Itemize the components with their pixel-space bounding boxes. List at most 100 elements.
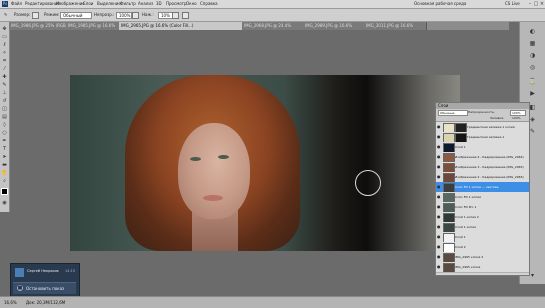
brush-preset-picker[interactable]	[32, 12, 39, 19]
layer-name: IMG_2965 копия 2	[455, 255, 484, 259]
close-icon[interactable]: ×	[539, 1, 545, 7]
stamp-tool-icon[interactable]: ⊥	[1, 90, 8, 96]
history-panel-icon[interactable]: ⌛	[528, 78, 537, 86]
brush-tool-icon[interactable]: ✎	[4, 12, 7, 17]
visibility-eye-icon[interactable]: ●	[437, 135, 441, 139]
layer-thumbnail	[443, 263, 455, 272]
pressure-size-toggle[interactable]	[182, 12, 189, 19]
eyedropper-tool-icon[interactable]: ⁄	[1, 66, 8, 72]
photo-lips	[203, 195, 223, 201]
layer-name: Color Fill 1 копия	[455, 195, 481, 199]
layer-name: Градиентная заливка 1 копия	[467, 125, 515, 129]
visibility-eye-icon[interactable]: ●	[437, 185, 441, 189]
dodge-tool-icon[interactable]: ○	[1, 130, 8, 136]
brush-tool-icon[interactable]: ✎	[1, 82, 8, 88]
opacity-label: Непрозр.:	[94, 12, 115, 17]
blend-mode-select[interactable]: Обычные	[438, 110, 468, 116]
tab-document-active[interactable]: IMG_2965.JPG @ 16.6% (Color Fill...)	[119, 22, 244, 30]
layers-options: Обычные Непрозрачность: 100% Заливка: 10…	[436, 109, 529, 122]
photoshop-logo-icon: Ps	[2, 1, 8, 7]
layer-name: Слой 1	[455, 145, 466, 149]
lasso-tool-icon[interactable]: ℓ	[1, 42, 8, 48]
menu-select[interactable]: Выделение	[97, 1, 121, 6]
path-select-tool-icon[interactable]: ➤	[1, 154, 8, 160]
layer-name: Слой 1 копия 2	[455, 215, 479, 219]
visibility-eye-icon[interactable]: ●	[437, 175, 441, 179]
layer-name: Color Fill Pro 1	[455, 205, 477, 209]
stop-sharing-button[interactable]: ■ Остановить показ	[13, 282, 76, 294]
visibility-eye-icon[interactable]: ●	[437, 265, 441, 269]
hand-tool-icon[interactable]: ✋	[1, 170, 8, 176]
visibility-eye-icon[interactable]: ●	[437, 155, 441, 159]
layer-fill-input[interactable]: 100%	[512, 116, 521, 120]
tab-document-4[interactable]: IMG_2968.JPG @ 24.4%	[242, 22, 305, 30]
status-bar: 16,6% Док: 20,3M/112,6M	[0, 296, 545, 308]
blur-tool-icon[interactable]: ◊	[1, 122, 8, 128]
stop-sharing-label: Остановить показ	[26, 286, 65, 291]
mode-select[interactable]: Обычный	[60, 12, 92, 19]
visibility-eye-icon[interactable]: ●	[437, 195, 441, 199]
stop-icon: ■	[17, 285, 23, 291]
menu-layers[interactable]: Слои	[83, 1, 93, 6]
cs-live-button[interactable]: CS Live	[505, 1, 520, 6]
visibility-eye-icon[interactable]: ●	[437, 255, 441, 259]
menu-edit[interactable]: Редактирование	[25, 1, 60, 6]
menu-image[interactable]: Изображение	[56, 1, 85, 6]
layer-row[interactable]: ● IMG_2965 копия	[436, 262, 529, 273]
history-brush-tool-icon[interactable]: ↺	[1, 98, 8, 104]
workspace-switcher[interactable]: Основная рабочая среда	[414, 1, 466, 6]
photo-face	[178, 123, 250, 219]
layer-name: Color Fill 1 копия — светлее	[455, 185, 499, 189]
menu-filter[interactable]: Фильтр	[120, 1, 136, 6]
visibility-eye-icon[interactable]: ●	[437, 215, 441, 219]
color-panel-icon[interactable]: ◐	[528, 28, 537, 36]
tab-document-5[interactable]: IMG_2989.JPG @ 16.6%	[303, 22, 366, 30]
shape-tool-icon[interactable]: ▬	[1, 162, 8, 168]
visibility-eye-icon[interactable]: ●	[437, 205, 441, 209]
marquee-tool-icon[interactable]: ▭	[1, 34, 8, 40]
actions-panel-icon[interactable]: ▶	[528, 90, 537, 98]
foreground-color-swatch[interactable]	[1, 188, 8, 195]
visibility-eye-icon[interactable]: ●	[437, 145, 441, 149]
menu-analysis[interactable]: Анализ	[138, 1, 153, 6]
tab-document-2[interactable]: IMG_1985.JPG @ 16.6%	[66, 22, 121, 30]
notification-time: 14:15	[65, 269, 76, 273]
document-size-info: Док: 20,3M/112,6M	[26, 300, 66, 305]
quick-select-tool-icon[interactable]: ✧	[1, 50, 8, 56]
adjustments-panel-icon[interactable]: ◑	[528, 52, 537, 60]
menu-help[interactable]: Справка	[200, 1, 218, 6]
opacity-input[interactable]: 100%	[116, 12, 132, 19]
avatar	[15, 268, 24, 277]
type-tool-icon[interactable]: T	[1, 146, 8, 152]
quick-mask-icon[interactable]: ◉	[1, 200, 8, 206]
visibility-eye-icon[interactable]: ●	[437, 245, 441, 249]
pen-tool-icon[interactable]: ✒	[1, 138, 8, 144]
visibility-eye-icon[interactable]: ●	[437, 235, 441, 239]
tools-panel: ✥ ▭ ℓ ✧ ⌗ ⁄ ✚ ✎ ⊥ ↺ ◫ ▤ ◊ ○ ✒ T ➤ ▬ ✋ ⌕ …	[0, 22, 10, 212]
visibility-eye-icon[interactable]: ●	[437, 125, 441, 129]
move-tool-icon[interactable]: ✥	[1, 26, 8, 32]
zoom-tool-icon[interactable]: ⌕	[1, 178, 8, 184]
tab-document-1[interactable]: IMG_1986.JPG @ 25% (RGB/8)	[9, 22, 68, 30]
document-canvas[interactable]	[70, 75, 460, 251]
visibility-eye-icon[interactable]: ●	[437, 225, 441, 229]
menu-view[interactable]: Просмотр	[166, 1, 187, 6]
heal-tool-icon[interactable]: ✚	[1, 74, 8, 80]
eraser-tool-icon[interactable]: ◫	[1, 106, 8, 112]
layer-name: Градиентная заливка 1	[467, 135, 505, 139]
crop-tool-icon[interactable]: ⌗	[1, 58, 8, 64]
gradient-tool-icon[interactable]: ▤	[1, 114, 8, 120]
menu-3d[interactable]: 3D	[156, 1, 162, 6]
visibility-eye-icon[interactable]: ●	[437, 165, 441, 169]
zoom-level[interactable]: 16,6%	[4, 300, 17, 305]
layer-name: Изображение 3 - Кадрирование (IMG_2965)	[455, 165, 524, 169]
swatches-panel-icon[interactable]: ▦	[528, 40, 537, 48]
menu-file[interactable]: Файл	[11, 1, 22, 6]
menu-window[interactable]: Окно	[186, 1, 197, 6]
masks-panel-icon[interactable]: ◎	[528, 64, 537, 72]
tab-document-6[interactable]: IMG_3011.JPG @ 16.6%	[364, 22, 427, 30]
flow-input[interactable]: 10%	[158, 12, 173, 19]
airbrush-toggle[interactable]	[172, 12, 179, 19]
pressure-opacity-toggle[interactable]	[132, 12, 139, 19]
opacity-label: Непрозрачность:	[468, 110, 495, 114]
